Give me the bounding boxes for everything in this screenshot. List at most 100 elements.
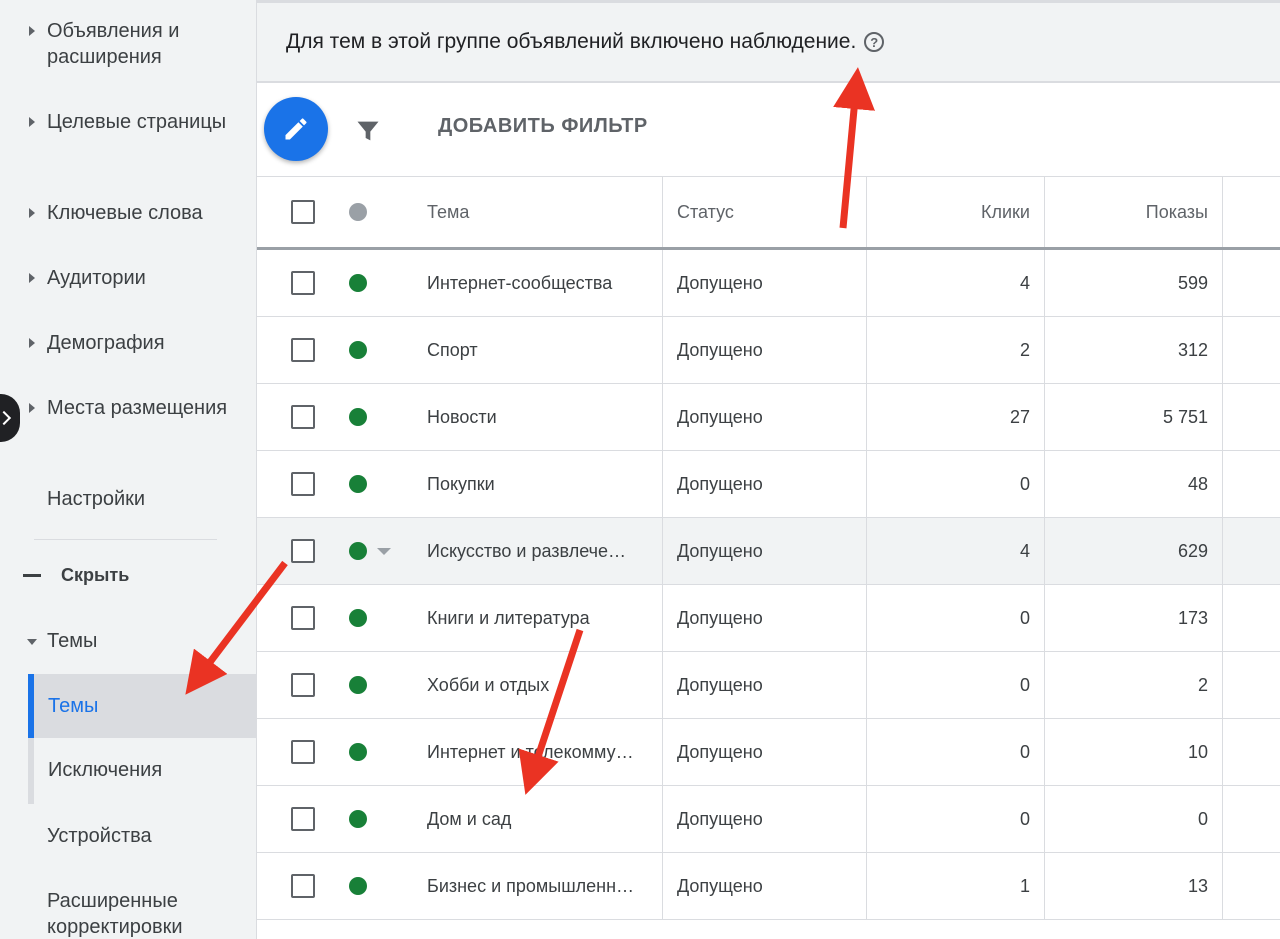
row-checkbox[interactable] (291, 673, 315, 697)
sidebar-item-placements[interactable]: Места размещения (0, 395, 257, 421)
sidebar-item-ads-extensions[interactable]: Объявления и расширения (0, 18, 257, 70)
table-row[interactable]: Дом и сад Допущено 0 0 (257, 786, 1280, 853)
clicks-cell: 4 (867, 250, 1045, 316)
table-row[interactable]: Книги и литература Допущено 0 173 (257, 585, 1280, 652)
status-cell: Допущено (663, 384, 867, 450)
status-cell: Допущено (663, 853, 867, 919)
toolbar: ДОБАВИТЬ ФИЛЬТР (257, 85, 1280, 177)
row-checkbox[interactable] (291, 807, 315, 831)
table-row[interactable]: Интернет-сообщества Допущено 4 599 (257, 250, 1280, 317)
impressions-cell: 599 (1045, 250, 1223, 316)
row-checkbox[interactable] (291, 606, 315, 630)
clicks-cell: 0 (867, 585, 1045, 651)
sidebar-item-label: Объявления и расширения (47, 20, 180, 68)
theme-cell[interactable]: Книги и литература (407, 585, 663, 651)
theme-cell[interactable]: Интернет и телекомму… (407, 719, 663, 785)
help-circle-icon[interactable]: ? (864, 32, 885, 52)
impressions-cell: 10 (1045, 719, 1223, 785)
clicks-cell: 4 (867, 518, 1045, 584)
sidebar: Объявления и расширения Целевые страницы… (0, 0, 257, 939)
table-row[interactable]: Спорт Допущено 2 312 (257, 317, 1280, 384)
column-header-impressions[interactable]: Показы (1045, 177, 1223, 247)
sidebar-item-demographics[interactable]: Демография (0, 330, 257, 356)
theme-cell[interactable]: Дом и сад (407, 786, 663, 852)
add-filter-button[interactable]: ДОБАВИТЬ ФИЛЬТР (438, 115, 648, 138)
status-cell: Допущено (663, 451, 867, 517)
column-header-clicks[interactable]: Клики (867, 177, 1045, 247)
table-row[interactable]: Интернет и телекомму… Допущено 0 10 (257, 719, 1280, 786)
caret-down-icon[interactable] (377, 547, 391, 555)
status-cell: Допущено (663, 719, 867, 785)
status-dot (349, 341, 367, 359)
sidebar-subitem-exclusions[interactable]: Исключения (34, 738, 257, 802)
theme-cell[interactable]: Покупки (407, 451, 663, 517)
sidebar-item-settings[interactable]: Настройки (0, 486, 257, 512)
impressions-cell: 48 (1045, 451, 1223, 517)
row-checkbox[interactable] (291, 338, 315, 362)
status-filter-dot[interactable] (349, 203, 367, 221)
sidebar-item-devices[interactable]: Устройства (0, 823, 257, 849)
table-body: Интернет-сообщества Допущено 4 599 Спорт Допу… (257, 250, 1280, 920)
sidebar-item-landing-pages[interactable]: Целевые страницы (0, 109, 257, 135)
sidebar-item-label: Устройства (47, 825, 152, 847)
impressions-cell: 13 (1045, 853, 1223, 919)
row-checkbox[interactable] (291, 472, 315, 496)
status-cell: Допущено (663, 786, 867, 852)
row-checkbox[interactable] (291, 539, 315, 563)
sidebar-item-label: Целевые страницы (47, 111, 227, 133)
table-header: Тема Статус Клики Показы (257, 177, 1280, 250)
status-dot (349, 877, 367, 895)
edit-button[interactable] (264, 97, 328, 161)
status-dot (349, 542, 367, 560)
table-row[interactable]: Бизнес и промышленн… Допущено 1 13 (257, 853, 1280, 920)
impressions-cell: 312 (1045, 317, 1223, 383)
sidebar-item-label: Настройки (47, 488, 146, 510)
status-cell: Допущено (663, 652, 867, 718)
hide-toggle[interactable]: Скрыть (0, 565, 257, 586)
clicks-cell: 0 (867, 451, 1045, 517)
theme-cell[interactable]: Новости (407, 384, 663, 450)
sidebar-item-label: Демография (47, 332, 165, 354)
themes-table: Тема Статус Клики Показы Интернет-сообще… (257, 177, 1280, 920)
sidebar-subitem-themes[interactable]: Темы (34, 674, 257, 738)
theme-cell[interactable]: Спорт (407, 317, 663, 383)
column-header-theme[interactable]: Тема (407, 177, 663, 247)
row-checkbox[interactable] (291, 874, 315, 898)
status-cell: Допущено (663, 518, 867, 584)
sidebar-section-themes[interactable]: Темы (0, 628, 257, 654)
minus-icon (23, 574, 41, 577)
table-row[interactable]: Искусство и развлече… Допущено 4 629 (257, 518, 1280, 585)
status-dot (349, 810, 367, 828)
clicks-cell: 0 (867, 719, 1045, 785)
status-cell: Допущено (663, 317, 867, 383)
theme-cell[interactable]: Хобби и отдых (407, 652, 663, 718)
table-row[interactable]: Покупки Допущено 0 48 (257, 451, 1280, 518)
theme-cell[interactable]: Бизнес и промышленн… (407, 853, 663, 919)
theme-cell[interactable]: Интернет-сообщества (407, 250, 663, 316)
row-checkbox[interactable] (291, 740, 315, 764)
table-row[interactable]: Новости Допущено 27 5 751 (257, 384, 1280, 451)
caret-right-icon (28, 403, 35, 413)
sidebar-item-advanced-adjustments[interactable]: Расширенные корректировки (0, 888, 257, 939)
select-all-checkbox[interactable] (291, 200, 315, 224)
row-checkbox[interactable] (291, 271, 315, 295)
row-checkbox[interactable] (291, 405, 315, 429)
caret-right-icon (28, 273, 35, 283)
impressions-cell: 629 (1045, 518, 1223, 584)
theme-cell[interactable]: Искусство и развлече… (407, 518, 663, 584)
status-dot (349, 609, 367, 627)
sidebar-item-label: Расширенные корректировки (47, 890, 183, 938)
impressions-cell: 5 751 (1045, 384, 1223, 450)
funnel-icon[interactable] (354, 117, 382, 145)
impressions-cell: 0 (1045, 786, 1223, 852)
column-header-status[interactable]: Статус (663, 177, 867, 247)
table-row[interactable]: Хобби и отдых Допущено 0 2 (257, 652, 1280, 719)
status-cell: Допущено (663, 585, 867, 651)
sidebar-item-audiences[interactable]: Аудитории (0, 265, 257, 291)
sidebar-item-keywords[interactable]: Ключевые слова (0, 200, 257, 226)
pencil-icon (285, 118, 307, 140)
impressions-cell: 173 (1045, 585, 1223, 651)
sidebar-section-label: Темы (47, 630, 98, 652)
clicks-cell: 2 (867, 317, 1045, 383)
caret-right-icon (28, 117, 35, 127)
